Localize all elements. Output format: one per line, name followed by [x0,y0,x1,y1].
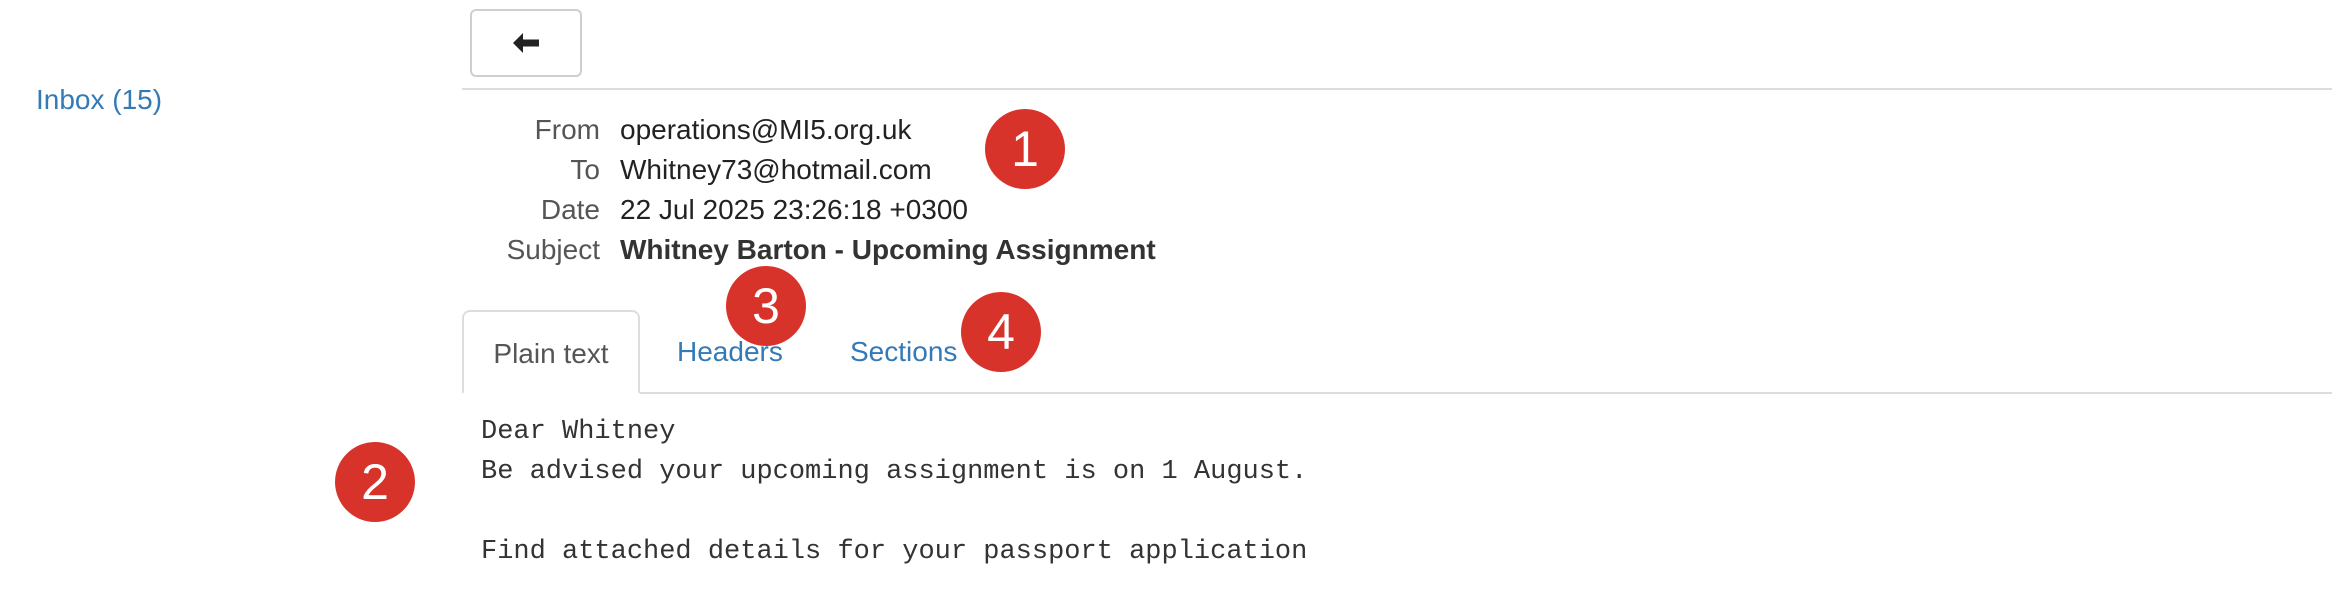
date-label: Date [540,194,600,225]
to-label: To [570,154,600,185]
toolbar-divider [462,88,2332,90]
from-label: From [534,114,600,145]
subject-row: Subject Whitney Barton - Upcoming Assign… [462,230,1362,270]
annotation-marker-3: 3 [726,266,806,346]
date-row: Date 22 Jul 2025 23:26:18 +0300 [462,190,1362,230]
to-row: To Whitney73@hotmail.com [462,150,1362,190]
from-value: operations@MI5.org.uk [620,114,912,145]
annotation-marker-1: 1 [985,109,1065,189]
back-button[interactable] [470,9,582,77]
email-viewer-page: Inbox (15) From operations@MI5.org.uk To… [0,0,2332,616]
date-value: 22 Jul 2025 23:26:18 +0300 [620,194,968,225]
to-value: Whitney73@hotmail.com [620,154,932,185]
tab-plain-text[interactable]: Plain text [462,310,640,394]
annotation-marker-4: 4 [961,292,1041,372]
annotation-marker-2: 2 [335,442,415,522]
from-row: From operations@MI5.org.uk [462,110,1362,150]
arrow-left-icon [513,33,539,53]
tab-sections[interactable]: Sections [850,310,957,394]
sidebar-item-inbox[interactable]: Inbox (15) [36,82,162,118]
subject-value: Whitney Barton - Upcoming Assignment [620,234,1156,265]
message-body: Dear Whitney Be advised your upcoming as… [481,417,1308,567]
subject-label: Subject [506,234,600,265]
